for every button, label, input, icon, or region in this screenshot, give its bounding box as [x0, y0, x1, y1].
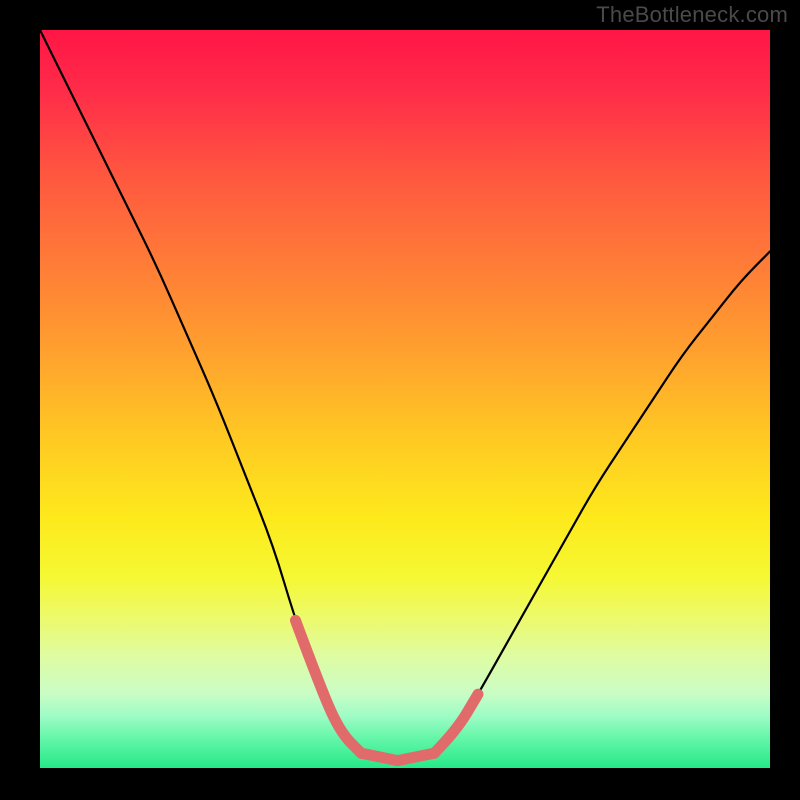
highlight-left-path	[296, 620, 362, 753]
chart-frame: TheBottleneck.com	[0, 0, 800, 800]
bottleneck-curve	[40, 30, 770, 768]
main-curve-path	[40, 30, 770, 761]
highlight-bottom-path	[361, 753, 434, 760]
watermark-label: TheBottleneck.com	[596, 2, 788, 28]
plot-area	[40, 30, 770, 768]
highlight-right-path	[434, 694, 478, 753]
